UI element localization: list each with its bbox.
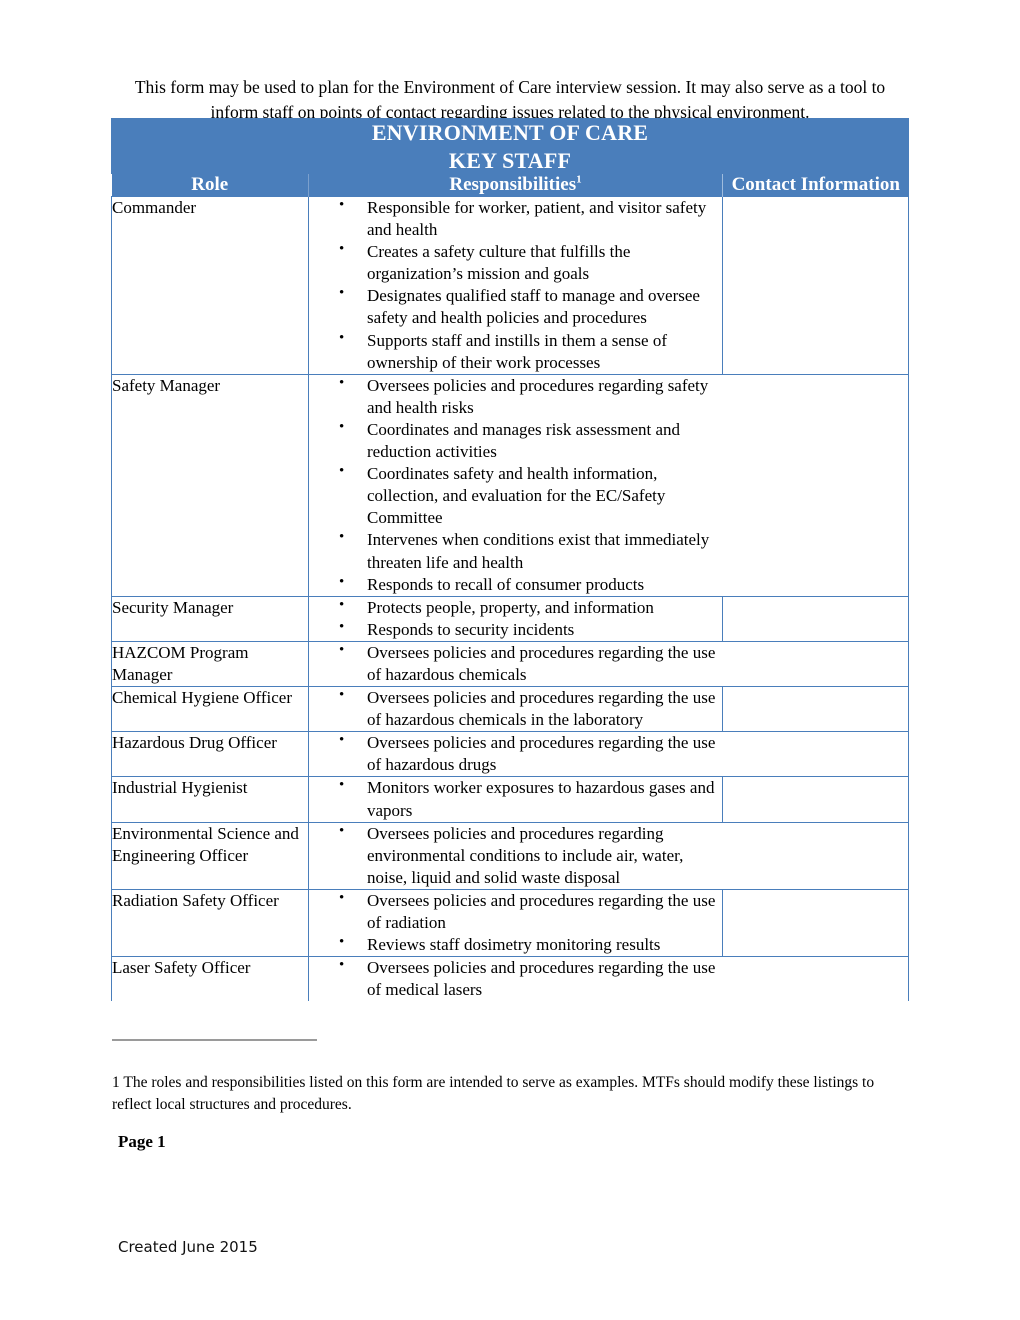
footnote-text: The roles and responsibilities listed on… [112,1073,875,1113]
table-title-line-1: ENVIRONMENT OF CARE [371,120,649,145]
responsibility-list: Oversees policies and procedures regardi… [309,641,723,686]
cell-responsibilities: Protects people, property, and informati… [308,596,723,642]
table-row: Safety ManagerOversees policies and proc… [111,373,910,597]
responsibility-list: Protects people, property, and informati… [309,596,722,641]
responsibility-item: Oversees policies and procedures regardi… [309,956,723,1001]
cell-contact-information[interactable] [721,776,910,823]
responsibility-list: Oversees policies and procedures regardi… [309,374,723,596]
footnote-separator-rule [112,1039,317,1041]
table-row: Security ManagerProtects people, propert… [111,595,910,642]
footnote-number: 1 [112,1073,120,1091]
cell-role: Commander [111,196,309,375]
responsibility-item: Oversees policies and procedures regardi… [309,822,723,889]
responsibility-item: Oversees policies and procedures regardi… [309,889,722,934]
cell-responsibilities: Oversees policies and procedures regardi… [308,889,723,958]
responsibility-list: Oversees policies and procedures regardi… [309,889,722,956]
page-label: Page 1 [118,1132,166,1151]
cell-contact-information[interactable] [722,731,910,778]
cell-responsibilities: Oversees policies and procedures regardi… [308,956,723,1002]
responsibility-item: Reviews staff dosimetry monitoring resul… [309,933,722,956]
cell-contact-information[interactable] [721,888,910,958]
table-title-cell: ENVIRONMENT OF CARE KEY STAFF [110,118,910,174]
responsibility-list: Oversees policies and procedures regardi… [309,822,723,889]
table-header: ENVIRONMENT OF CARE KEY STAFF Role Respo… [110,118,910,197]
column-header-contact: Contact Information [722,174,909,197]
responsibility-item: Oversees policies and procedures regardi… [309,641,723,686]
cell-responsibilities: Oversees policies and procedures regardi… [308,822,723,890]
table-row: Environmental Science and Engineering Of… [111,821,910,890]
cell-contact-information[interactable] [721,686,910,733]
cell-role: Chemical Hygiene Officer [111,686,309,733]
responsibility-item: Supports staff and instills in them a se… [309,329,722,374]
footnote: 1 The roles and responsibilities listed … [112,1072,902,1117]
responsibility-item: Responds to recall of consumer products [309,573,723,596]
column-header-row: Role Responsibilities1 Contact Informati… [111,173,909,197]
responsibility-item: Intervenes when conditions exist that im… [309,528,723,573]
responsibility-item: Responds to security incidents [309,618,722,641]
cell-responsibilities: Oversees policies and procedures regardi… [308,686,723,733]
responsibility-item: Coordinates and manages risk assessment … [309,418,723,463]
cell-responsibilities: Monitors worker exposures to hazardous g… [308,776,723,823]
responsibility-list: Monitors worker exposures to hazardous g… [309,776,722,821]
responsibility-list: Oversees policies and procedures regardi… [309,956,723,1001]
footnote-reference-marker: 1 [576,173,582,186]
responsibility-list: Responsible for worker, patient, and vis… [309,196,722,374]
cell-contact-information[interactable] [722,640,910,688]
cell-role: Laser Safety Officer [111,956,309,1002]
cell-role: Safety Manager [111,373,309,597]
responsibility-item: Designates qualified staff to manage and… [309,284,722,329]
cell-contact-information[interactable] [722,373,910,597]
responsibility-item: Responsible for worker, patient, and vis… [309,196,722,241]
cell-contact-information[interactable] [721,196,910,375]
cell-responsibilities: Responsible for worker, patient, and vis… [308,196,723,375]
responsibility-list: Oversees policies and procedures regardi… [309,731,723,776]
responsibility-list: Oversees policies and procedures regardi… [309,686,722,731]
responsibility-item: Oversees policies and procedures regardi… [309,374,723,419]
responsibility-item: Oversees policies and procedures regardi… [309,731,723,776]
responsibility-item: Monitors worker exposures to hazardous g… [309,776,722,821]
column-header-responsibilities-label: Responsibilities [449,174,577,195]
column-header-role: Role [111,174,309,197]
key-staff-table: ENVIRONMENT OF CARE KEY STAFF Role Respo… [110,118,910,1002]
cell-responsibilities: Oversees policies and procedures regardi… [308,641,723,688]
cell-responsibilities: Oversees policies and procedures regardi… [308,374,723,597]
column-header-responsibilities: Responsibilities1 [308,173,723,197]
responsibility-item: Creates a safety culture that fulfills t… [309,240,722,285]
cell-role: Radiation Safety Officer [111,888,309,958]
table-row: Radiation Safety OfficerOversees policie… [111,888,910,958]
cell-role: Security Manager [111,595,309,642]
cell-role: Environmental Science and Engineering Of… [111,821,309,890]
document-footer: Created June 2015 [118,1238,258,1256]
responsibility-item: Oversees policies and procedures regardi… [309,686,722,731]
table-row: Industrial HygienistMonitors worker expo… [111,776,910,823]
responsibility-item: Protects people, property, and informati… [309,596,722,619]
cell-contact-information[interactable] [721,595,910,642]
table-row: Chemical Hygiene OfficerOversees policie… [111,686,910,733]
table-row: CommanderResponsible for worker, patient… [111,196,910,375]
table-row: Laser Safety OfficerOversees policies an… [111,956,910,1002]
cell-responsibilities: Oversees policies and procedures regardi… [308,731,723,778]
responsibility-item: Coordinates safety and health informatio… [309,462,723,529]
table-title-row: ENVIRONMENT OF CARE KEY STAFF [110,118,910,174]
cell-contact-information[interactable] [722,956,910,1002]
table-title-line-2: KEY STAFF [448,147,572,173]
cell-role: Hazardous Drug Officer [111,731,309,778]
document-page: This form may be used to plan for the En… [0,0,1020,1320]
table-body: CommanderResponsible for worker, patient… [111,196,910,1002]
cell-role: Industrial Hygienist [111,776,309,823]
cell-role: HAZCOM Program Manager [111,640,309,688]
cell-contact-information[interactable] [722,821,910,890]
table-row: Hazardous Drug OfficerOversees policies … [111,731,910,778]
table-row: HAZCOM Program ManagerOversees policies … [111,640,910,688]
